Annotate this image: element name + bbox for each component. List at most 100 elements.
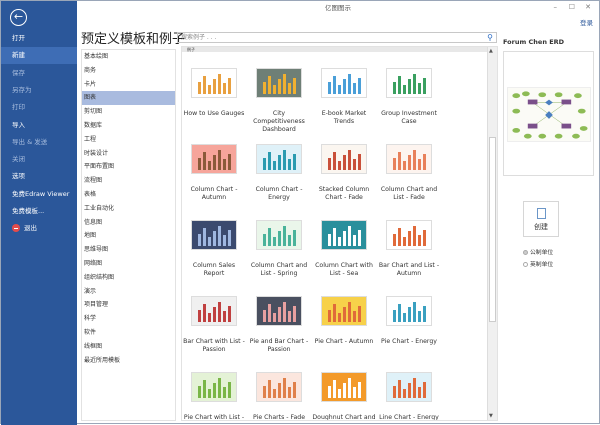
template-card[interactable]: Pie Charts - Fade [247,372,311,420]
category-item[interactable]: 线框图 [82,340,175,354]
category-item[interactable]: 数据库 [82,119,175,133]
template-card[interactable]: Line Chart - Energy [377,372,441,421]
template-card[interactable]: Group Investment Case [377,68,441,126]
sidebar-item[interactable]: 导入 [1,117,77,134]
thumbnail-bar [273,237,276,246]
category-item[interactable]: 卡片 [82,78,175,92]
template-card[interactable]: Column Chart - Energy [247,144,311,202]
thumbnail-bar [343,79,346,94]
login-link[interactable]: 登录 [580,17,593,27]
thumbnail-bar [413,378,416,398]
sidebar-item[interactable]: 打开 [1,30,77,47]
vertical-scrollbar[interactable]: ▲ ▼ [487,47,497,420]
thumbnail-bar [218,74,221,94]
template-card[interactable]: Pie Chart - Autumn [312,296,376,346]
search-input[interactable]: 搜索例子 . . . ⚲ [177,32,497,43]
application-window: ← 打开 新建 保存 另存为 打印 导入 导出 & 发送 关闭 选项 免费Edraw Viewer… [0,0,600,425]
thumbnail-bar [328,158,331,170]
scroll-up-icon[interactable]: ▲ [489,48,493,54]
maximize-button[interactable]: ☐ [569,3,575,11]
template-thumbnail [191,372,237,402]
category-item[interactable]: 科学 [82,312,175,326]
template-card[interactable]: City Competitiveness Dashboard [247,68,311,134]
category-item[interactable]: 基本绘图 [82,50,175,64]
thumbnail-bar [403,85,406,94]
close-button[interactable]: ✕ [585,3,591,11]
metric-units-radio[interactable]: 公制单位 [523,247,553,256]
thumbnail-bar [398,76,401,94]
template-label: Column Chart - Energy [255,186,303,201]
template-card[interactable]: How to Use Gauges [182,68,246,118]
category-item[interactable]: 工程 [82,133,175,147]
template-thumbnail [256,144,302,174]
template-card[interactable]: Pie and Bar Chart - Passion [247,296,311,354]
exit-label: 退出 [24,224,37,233]
sidebar-item[interactable]: 打印 [1,99,77,116]
category-item[interactable]: 组织结构图 [82,271,175,285]
search-icon[interactable]: ⚲ [487,33,493,42]
thumbnail-bar [278,155,281,170]
category-item[interactable]: 思维导图 [82,243,175,257]
thumbnail-bar [278,79,281,94]
thumbnail-bar [198,386,201,398]
sidebar-item[interactable]: 保存 [1,65,77,82]
thumbnail-bar [398,152,401,170]
category-item[interactable]: 流程图 [82,174,175,188]
thumbnail-bar [353,387,356,398]
template-thumbnail [191,144,237,174]
template-card[interactable]: Column Chart and List - Fade [377,144,441,202]
template-card[interactable]: Bar Chart with List - Passion [182,296,246,354]
category-item[interactable]: 最近所用模板 [82,354,175,368]
category-item[interactable]: 剪切图 [82,105,175,119]
sidebar-item[interactable]: 另存为 [1,82,77,99]
thumbnail-bar [203,380,206,398]
back-arrow-icon[interactable]: ← [10,9,27,26]
category-item[interactable]: 项目管理 [82,298,175,312]
thumbnail-bar [218,302,221,322]
create-button[interactable]: 创建 [523,201,559,237]
template-card[interactable]: Bar Chart and List - Autumn [377,220,441,278]
thumbnail-bar [228,78,231,94]
thumbnail-bar [218,226,221,246]
template-card[interactable]: Column Chart and List - Spring [247,220,311,278]
template-card[interactable]: Pie Chart - Energy [377,296,441,346]
template-card[interactable]: E-book Market Trends [312,68,376,126]
thumbnail-bar [423,382,426,398]
category-item[interactable]: 地图 [82,229,175,243]
template-label: Line Chart - Energy [379,414,439,421]
sidebar-item[interactable]: 导出 & 发送 [1,134,77,151]
category-item[interactable]: 软件 [82,326,175,340]
sidebar-item[interactable]: 新建 [1,47,77,65]
template-card[interactable]: Column Chart - Autumn [182,144,246,202]
category-item[interactable]: 图表 [82,91,175,106]
template-card[interactable]: Column Chart with List - Sea [312,220,376,278]
imperial-units-radio[interactable]: 英制单位 [523,259,553,268]
new-document-icon [536,208,546,219]
thumbnail-bar [328,386,331,398]
category-item[interactable]: 表格 [82,188,175,202]
category-item[interactable]: 网络图 [82,257,175,271]
category-item[interactable]: 商务 [82,64,175,78]
template-card[interactable]: Stacked Column Chart - Fade [312,144,376,202]
template-label: Pie Chart with List - [183,414,245,421]
sidebar-item[interactable]: 关闭 [1,151,77,168]
category-item[interactable]: 信息图 [82,216,175,230]
title-bar: 亿图图示 [77,1,599,17]
sidebar-item[interactable]: 免费模板... [1,203,77,220]
thumbnail-bar [338,389,341,398]
sidebar-item[interactable]: 选项 [1,168,77,185]
thumbnail-bar [213,383,216,398]
template-card[interactable]: Doughnut Chart and [312,372,376,420]
category-item[interactable]: 平面布置图 [82,160,175,174]
sidebar-item-exit[interactable]: 退出 [1,220,77,237]
template-card[interactable]: Column Sales Report [182,220,246,278]
category-item[interactable]: 时装设计 [82,147,175,161]
sidebar-item[interactable]: 免费Edraw Viewer [1,186,77,203]
category-item[interactable]: 工业自动化 [82,202,175,216]
scroll-down-icon[interactable]: ▼ [489,413,493,419]
category-item[interactable]: 演示 [82,285,175,299]
template-card[interactable]: Pie Chart with List - [182,372,246,421]
scrollbar-thumb[interactable] [489,137,496,322]
thumbnail-bar [203,304,206,322]
minimize-button[interactable]: – [554,3,558,11]
